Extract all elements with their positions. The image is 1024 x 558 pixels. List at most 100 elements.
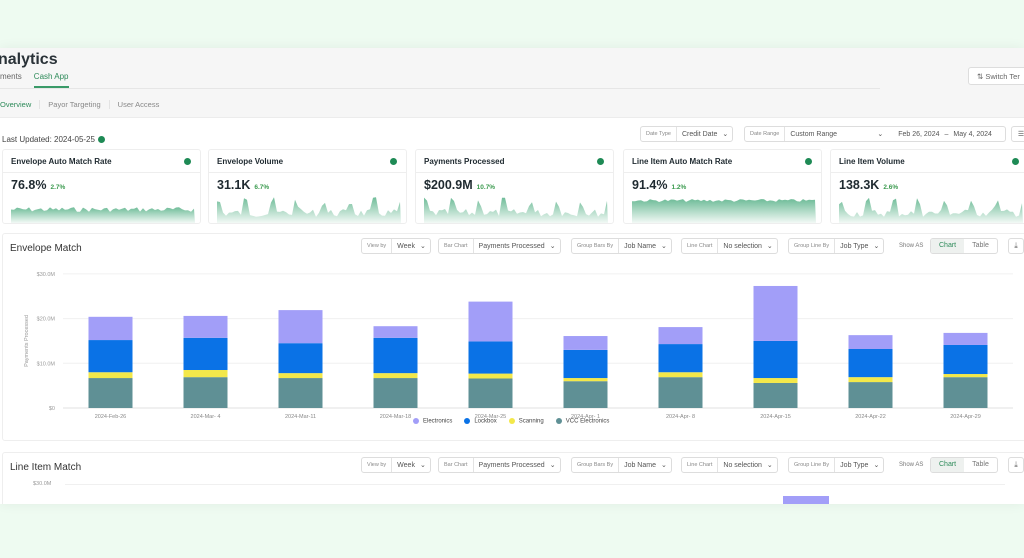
end-date[interactable]: May 4, 2024: [948, 131, 997, 138]
bar-vcc-electronics[interactable]: [943, 377, 988, 408]
group-bars-select[interactable]: Group Bars By Job Name ⌄: [571, 457, 672, 473]
bar-lockbox[interactable]: [563, 349, 608, 379]
kpi-title: Line Item Auto Match Rate: [632, 157, 733, 166]
bar-chart-select[interactable]: Bar Chart Payments Processed ⌄: [438, 457, 561, 473]
bar-vcc-electronics[interactable]: [658, 377, 703, 408]
info-icon[interactable]: [1012, 158, 1019, 165]
bar-lockbox[interactable]: [658, 344, 703, 373]
legend-label: VCC Electronics: [565, 418, 610, 425]
chevron-down-icon: ⌄: [660, 243, 667, 250]
download-button[interactable]: ⤓: [1008, 238, 1024, 254]
bar-electronics[interactable]: [753, 285, 798, 341]
bar-lockbox[interactable]: [278, 343, 323, 374]
line-chart-value: No selection: [723, 461, 762, 469]
bar-scanning[interactable]: [943, 374, 988, 378]
bar-vcc-electronics[interactable]: [753, 382, 798, 408]
line-chart-value: No selection: [723, 242, 762, 250]
info-icon[interactable]: [805, 158, 812, 165]
bar-scanning[interactable]: [563, 378, 608, 382]
bar-electronics[interactable]: [468, 301, 513, 342]
view-by-select[interactable]: View by Week ⌄: [361, 457, 431, 473]
bar-vcc-electronics[interactable]: [468, 378, 513, 408]
legend-item[interactable]: Scanning: [508, 418, 544, 425]
line-chart-select[interactable]: Line Chart No selection ⌄: [681, 457, 778, 473]
legend-item[interactable]: VCC Electronics: [555, 418, 610, 425]
bar-lockbox[interactable]: [943, 344, 988, 375]
start-date[interactable]: Feb 26, 2024: [893, 131, 944, 138]
bar-lockbox[interactable]: [753, 340, 798, 379]
bar-vcc-electronics[interactable]: [563, 381, 608, 408]
group-bars-select[interactable]: Group Bars By Job Name ⌄: [571, 238, 672, 254]
bar-electronics[interactable]: [658, 327, 703, 345]
kpi-card[interactable]: Line Item Auto Match Rate 91.4% 1.2%: [623, 149, 822, 224]
subtab-user-access[interactable]: User Access: [110, 100, 168, 109]
table-toggle[interactable]: Table: [964, 239, 997, 253]
filter-button[interactable]: ☰: [1011, 126, 1024, 142]
kpi-title: Payments Processed: [424, 157, 505, 166]
chart-toggle[interactable]: Chart: [931, 239, 965, 253]
chart-legend: Electronics Lockbox Scanning VCC Electronic…: [413, 418, 609, 425]
info-icon[interactable]: [390, 158, 397, 165]
bar-chart-label: Bar Chart: [439, 239, 474, 253]
group-line-select[interactable]: Group Line By Job Type ⌄: [788, 238, 885, 254]
bar-chart-select[interactable]: Bar Chart Payments Processed ⌄: [438, 238, 561, 254]
sparkline: [424, 197, 608, 223]
bar-scanning[interactable]: [658, 372, 703, 378]
bar-electronics[interactable]: [278, 310, 323, 344]
bar-vcc-electronics[interactable]: [88, 378, 133, 408]
bar-scanning[interactable]: [753, 378, 798, 383]
subtab-overview[interactable]: Overview: [0, 100, 41, 109]
bar-vcc-electronics[interactable]: [848, 382, 893, 408]
bar-lockbox[interactable]: [373, 337, 418, 374]
date-type-value: Credit Date: [681, 130, 718, 138]
bar-electronics[interactable]: [943, 332, 988, 345]
kpi-card[interactable]: Envelope Volume 31.1K 6.7%: [208, 149, 407, 224]
kpi-card[interactable]: Line Item Volume 138.3K 2.6%: [830, 149, 1024, 224]
x-tick-label: 2024-Mar-18: [380, 414, 412, 420]
date-range-select[interactable]: Date Range Custom Range ⌄ Feb 26, 2024– May …: [744, 126, 1006, 142]
bar-vcc-electronics[interactable]: [278, 378, 323, 408]
bar-electronics[interactable]: [848, 335, 893, 349]
chevron-down-icon: ⌄: [419, 243, 426, 250]
line-item-match-title: Line Item Match: [10, 462, 82, 473]
bar-scanning[interactable]: [848, 377, 893, 383]
bar-electronics[interactable]: [183, 315, 228, 338]
view-by-select[interactable]: View by Week ⌄: [361, 238, 431, 254]
bar-scanning[interactable]: [183, 370, 228, 378]
bar-lockbox[interactable]: [468, 341, 513, 374]
bar-electronics[interactable]: [88, 316, 133, 341]
chart-toggle[interactable]: Chart: [931, 458, 965, 472]
legend-item[interactable]: Lockbox: [464, 418, 497, 425]
table-toggle[interactable]: Table: [964, 458, 997, 472]
group-bars-value: Job Name: [624, 242, 656, 250]
x-tick-label: 2024-Apr-15: [760, 414, 791, 420]
bar-scanning[interactable]: [88, 372, 133, 379]
line-chart-select[interactable]: Line Chart No selection ⌄: [681, 238, 778, 254]
info-icon[interactable]: [597, 158, 604, 165]
divider: [0, 88, 880, 89]
envelope-match-chart: $0 $10.0M $20.0M $30.0M Payments Processed 20…: [24, 272, 1013, 420]
bar-lockbox[interactable]: [183, 337, 228, 371]
download-button[interactable]: ⤓: [1008, 457, 1024, 473]
bar-electronics[interactable]: [373, 326, 418, 338]
bar-lockbox[interactable]: [88, 340, 133, 373]
tab-cash-app[interactable]: Cash App: [33, 72, 69, 88]
group-line-select[interactable]: Group Line By Job Type ⌄: [788, 457, 885, 473]
legend-item[interactable]: Electronics: [413, 418, 452, 425]
bar-lockbox[interactable]: [848, 348, 893, 378]
kpi-card[interactable]: Payments Processed $200.9M 10.7%: [415, 149, 614, 224]
subtab-payor-targeting[interactable]: Payor Targeting: [40, 100, 110, 109]
info-icon[interactable]: [97, 136, 105, 144]
bar-vcc-electronics[interactable]: [373, 378, 418, 408]
tab-payments[interactable]: ments: [0, 72, 22, 88]
bar-vcc-electronics[interactable]: [183, 377, 228, 408]
switch-tenant-button[interactable]: ⇅ Switch Ter: [968, 67, 1024, 85]
bar-electronics[interactable]: [563, 336, 608, 350]
sparkline: [839, 197, 1023, 223]
info-icon[interactable]: [184, 158, 191, 165]
bar-scanning[interactable]: [278, 373, 323, 379]
kpi-card[interactable]: Envelope Auto Match Rate 76.8% 2.7%: [2, 149, 201, 224]
bar-scanning[interactable]: [373, 373, 418, 379]
bar-scanning[interactable]: [468, 373, 513, 379]
date-type-select[interactable]: Date Type Credit Date ⌄: [640, 126, 734, 142]
